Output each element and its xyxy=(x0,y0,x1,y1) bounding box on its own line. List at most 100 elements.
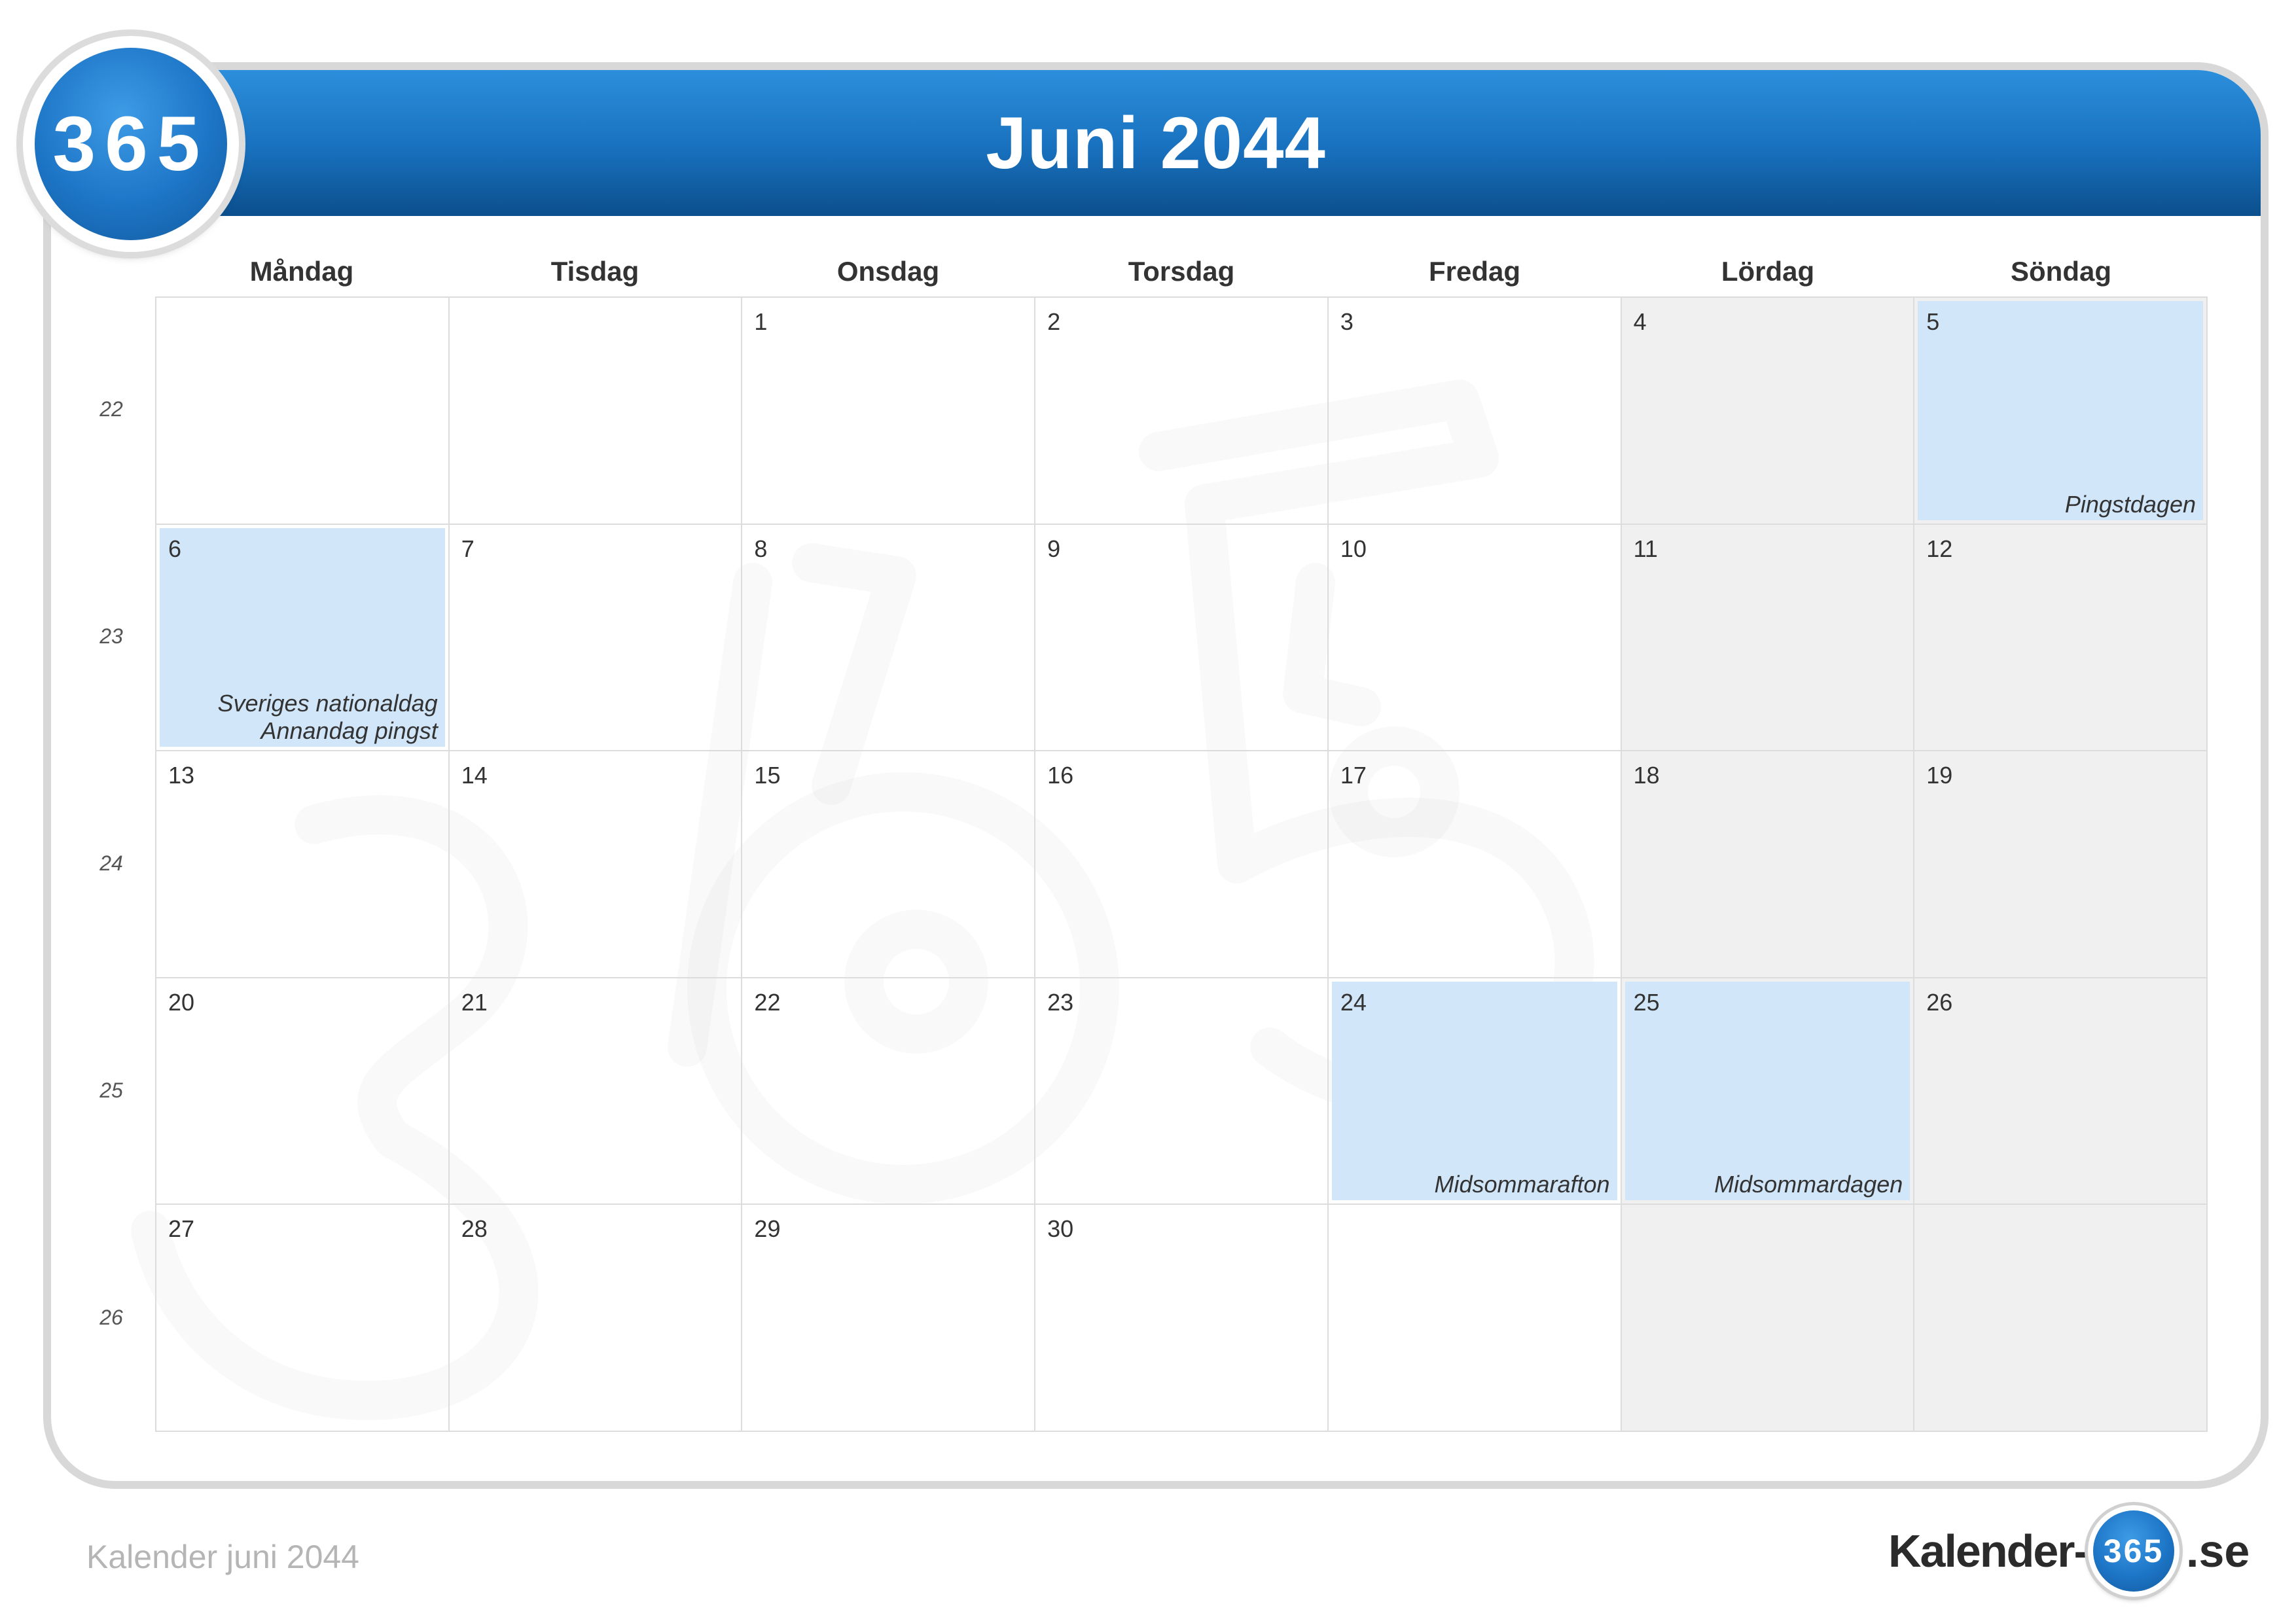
day-number: 8 xyxy=(754,535,768,562)
day-number: 11 xyxy=(1633,535,1658,562)
day-number: 13 xyxy=(168,762,195,789)
day-cell[interactable]: 26 xyxy=(1914,978,2208,1205)
day-number: 24 xyxy=(1340,988,1367,1016)
holiday-note: Midsommarafton xyxy=(1434,1171,1609,1198)
holiday-note: Midsommardagen xyxy=(1714,1171,1903,1198)
day-cell[interactable]: 25 Midsommardagen xyxy=(1621,978,1915,1205)
logo-badge: 365 xyxy=(23,36,239,252)
week-number: 26 xyxy=(99,1305,123,1329)
day-number: 30 xyxy=(1047,1215,1074,1243)
day-cell[interactable]: 28 xyxy=(449,1205,743,1432)
holiday-name: Pingstdagen xyxy=(2064,490,2196,518)
page-title: Juni 2044 xyxy=(986,102,1326,184)
brand-text-right: .se xyxy=(2186,1525,2250,1577)
day-number: 7 xyxy=(461,535,475,562)
weekday-header: Söndag xyxy=(2011,256,2111,287)
day-cell[interactable] xyxy=(1621,1205,1915,1432)
day-number: 19 xyxy=(1926,762,1953,789)
day-cell[interactable]: 2 xyxy=(1035,298,1329,525)
weekday-header: Måndag xyxy=(249,256,354,287)
day-number: 10 xyxy=(1340,535,1367,562)
day-number: 14 xyxy=(461,762,488,789)
brand-badge-text: 365 xyxy=(2093,1510,2174,1592)
day-cell[interactable] xyxy=(156,298,450,525)
day-cell[interactable] xyxy=(449,298,743,525)
brand-badge: 365 xyxy=(2088,1505,2179,1597)
holiday-name: Midsommardagen xyxy=(1714,1171,1903,1198)
day-cell[interactable]: 23 xyxy=(1035,978,1329,1205)
weekday-header: Onsdag xyxy=(836,256,940,287)
day-cell[interactable]: 24 Midsommarafton xyxy=(1328,978,1622,1205)
day-number: 15 xyxy=(754,762,781,789)
logo-text: 365 xyxy=(35,48,227,240)
day-cell[interactable]: 4 xyxy=(1621,298,1915,525)
day-number: 12 xyxy=(1926,535,1953,562)
footer-caption: Kalender juni 2044 xyxy=(86,1539,359,1575)
day-number: 29 xyxy=(754,1215,781,1243)
day-cell[interactable]: 19 xyxy=(1914,751,2208,978)
weekday-header: Tisdag xyxy=(550,256,639,287)
week-number: 23 xyxy=(99,624,123,648)
day-cell[interactable]: 3 xyxy=(1328,298,1622,525)
holiday-name: Sveriges nationaldag xyxy=(217,690,438,717)
day-cell[interactable]: 27 xyxy=(156,1205,450,1432)
calendar-header: Juni 2044 xyxy=(51,70,2261,216)
day-number: 21 xyxy=(461,988,488,1016)
weekday-header-row: Måndag Tisdag Onsdag Torsdag Fredag Lördag Sön… xyxy=(155,249,2208,294)
holiday-note: Pingstdagen xyxy=(2065,491,2196,518)
brand-logo[interactable]: Kalender- 365 .se xyxy=(1888,1505,2250,1603)
week-number: 22 xyxy=(99,397,123,421)
holiday-note: Sveriges nationaldag Annandag pingst xyxy=(217,690,437,745)
day-number: 6 xyxy=(168,535,182,562)
day-number: 1 xyxy=(754,308,768,335)
day-cell[interactable]: 8 xyxy=(742,524,1036,752)
weekday-header: Lördag xyxy=(1721,256,1815,287)
day-cell[interactable]: 14 xyxy=(449,751,743,978)
day-number: 27 xyxy=(168,1215,195,1243)
week-number: 24 xyxy=(99,851,123,875)
day-number: 4 xyxy=(1633,308,1647,335)
holiday-name: Midsommarafton xyxy=(1434,1171,1610,1198)
holiday-name: Annandag pingst xyxy=(260,717,438,745)
holiday-highlight xyxy=(1331,981,1617,1201)
day-cell[interactable]: 16 xyxy=(1035,751,1329,978)
day-number: 5 xyxy=(1926,308,1940,335)
day-cell[interactable]: 21 xyxy=(449,978,743,1205)
day-cell[interactable]: 29 xyxy=(742,1205,1036,1432)
weekday-header: Fredag xyxy=(1428,256,1521,287)
day-cell[interactable]: 30 xyxy=(1035,1205,1329,1432)
calendar-grid: 1 2 3 4 5 Pingstdagen 6 Sveriges nationaldag Ann… xyxy=(155,296,2208,1432)
week-number: 25 xyxy=(99,1078,123,1102)
day-cell[interactable] xyxy=(1914,1205,2208,1432)
day-cell[interactable]: 10 xyxy=(1328,524,1622,752)
day-cell[interactable]: 6 Sveriges nationaldag Annandag pingst xyxy=(156,524,450,752)
day-number: 28 xyxy=(461,1215,488,1243)
day-number: 23 xyxy=(1047,988,1074,1016)
day-cell[interactable]: 13 xyxy=(156,751,450,978)
weekday-header: Torsdag xyxy=(1128,256,1235,287)
day-number: 18 xyxy=(1633,762,1660,789)
day-cell[interactable]: 7 xyxy=(449,524,743,752)
day-cell[interactable]: 17 xyxy=(1328,751,1622,978)
day-cell[interactable]: 5 Pingstdagen xyxy=(1914,298,2208,525)
day-cell[interactable]: 11 xyxy=(1621,524,1915,752)
day-number: 20 xyxy=(168,988,195,1016)
day-number: 9 xyxy=(1047,535,1061,562)
day-cell[interactable]: 18 xyxy=(1621,751,1915,978)
day-cell[interactable]: 1 xyxy=(742,298,1036,525)
day-number: 26 xyxy=(1926,988,1953,1016)
day-cell[interactable]: 9 xyxy=(1035,524,1329,752)
day-cell[interactable]: 15 xyxy=(742,751,1036,978)
day-number: 22 xyxy=(754,988,781,1016)
day-cell[interactable]: 22 xyxy=(742,978,1036,1205)
holiday-highlight xyxy=(1624,981,1910,1201)
day-number: 2 xyxy=(1047,308,1061,335)
brand-text-left: Kalender- xyxy=(1888,1525,2089,1577)
holiday-highlight xyxy=(1918,301,2203,520)
day-cell[interactable] xyxy=(1328,1205,1622,1432)
day-cell[interactable]: 12 xyxy=(1914,524,2208,752)
day-number: 17 xyxy=(1340,762,1367,789)
day-number: 16 xyxy=(1047,762,1074,789)
day-number: 3 xyxy=(1340,308,1354,335)
day-cell[interactable]: 20 xyxy=(156,978,450,1205)
